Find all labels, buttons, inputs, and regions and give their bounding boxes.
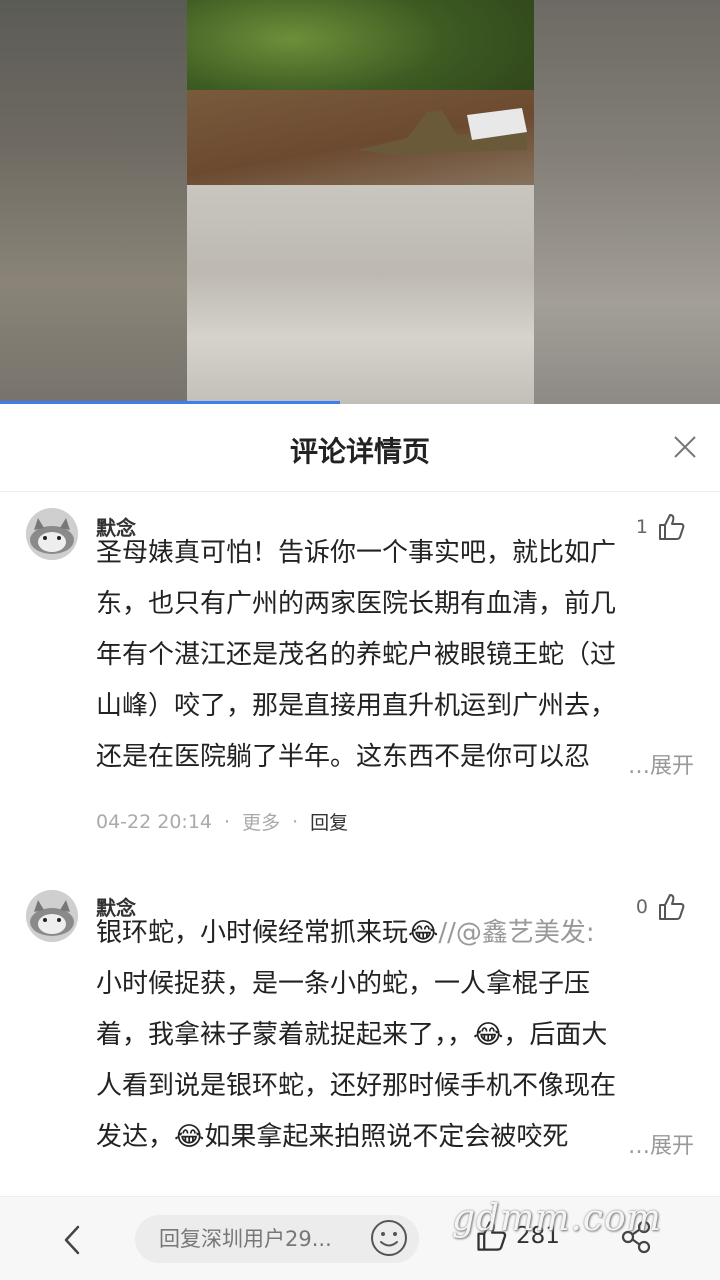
comment-line-main: 银环蛇，小时候经常抓来玩 [96, 918, 409, 948]
close-icon[interactable] [670, 432, 700, 462]
video-person [357, 108, 527, 156]
comment-line: 年有个湛江还是茂名的养蛇户被眼镜王蛇（过 [96, 640, 617, 670]
meta-separator: · [224, 810, 231, 833]
more-button[interactable]: 更多 [242, 808, 280, 835]
video-road [187, 185, 534, 404]
laughing-emoji-icon: 😂 [408, 918, 439, 948]
quoted-user[interactable]: //@鑫艺美发: [438, 918, 594, 948]
cat-avatar-icon [26, 508, 78, 560]
expand-button[interactable]: …展开 [597, 1128, 694, 1160]
video-blur-right [534, 0, 720, 404]
comment-line: 圣母婊真可怕！告诉你一个事实吧，就比如广 [96, 538, 617, 568]
comment-time: 04-22 20:14 [96, 810, 213, 833]
comment-line: 银环蛇，小时候经常抓来玩😂//@鑫艺美发: [96, 908, 696, 959]
reply-button[interactable]: 回复 [310, 808, 348, 835]
avatar[interactable] [26, 508, 78, 560]
meta-separator: · [292, 810, 299, 833]
comment-text: 银环蛇，小时候经常抓来玩😂//@鑫艺美发: 小时候捉获，是一条小的蛇，一人拿棍子… [96, 908, 696, 1163]
comment-detail-sheet: 评论详情页 默念 1 圣母婊真可怕！告诉你一个事实吧，就比如广 东，也只有广州的… [0, 404, 720, 1280]
comment-meta: 04-22 20:14 · 更多 · 回复 [96, 808, 348, 835]
comment-text: 圣母婊真可怕！告诉你一个事实吧，就比如广 东，也只有广州的两家医院长期有血清，前… [96, 528, 696, 783]
avatar[interactable] [26, 890, 78, 942]
expand-button[interactable]: …展开 [597, 748, 694, 780]
back-icon[interactable] [58, 1223, 88, 1257]
sheet-header: 评论详情页 [0, 404, 720, 492]
video-blur-left [0, 0, 187, 404]
sheet-title: 评论详情页 [289, 435, 430, 468]
comment-line: 人看到说是银环蛇，还好那时候手机不像现在 [96, 1071, 617, 1101]
comment-line: 东，也只有广州的两家医院长期有血清，前几 [96, 589, 617, 619]
emoji-icon[interactable] [369, 1218, 409, 1258]
cat-avatar-icon [26, 890, 78, 942]
video-frame [187, 0, 534, 404]
video-player[interactable] [0, 0, 720, 404]
comment-line: 山峰）咬了，那是直接用直升机运到广州去， [96, 691, 617, 721]
site-watermark: gdmm.com [452, 1198, 662, 1239]
comment-line: 着，我拿袜子蒙着就捉起来了，，😂，后面大 [96, 1020, 608, 1050]
comment-line: 小时候捉获，是一条小的蛇，一人拿棍子压 [96, 969, 591, 999]
